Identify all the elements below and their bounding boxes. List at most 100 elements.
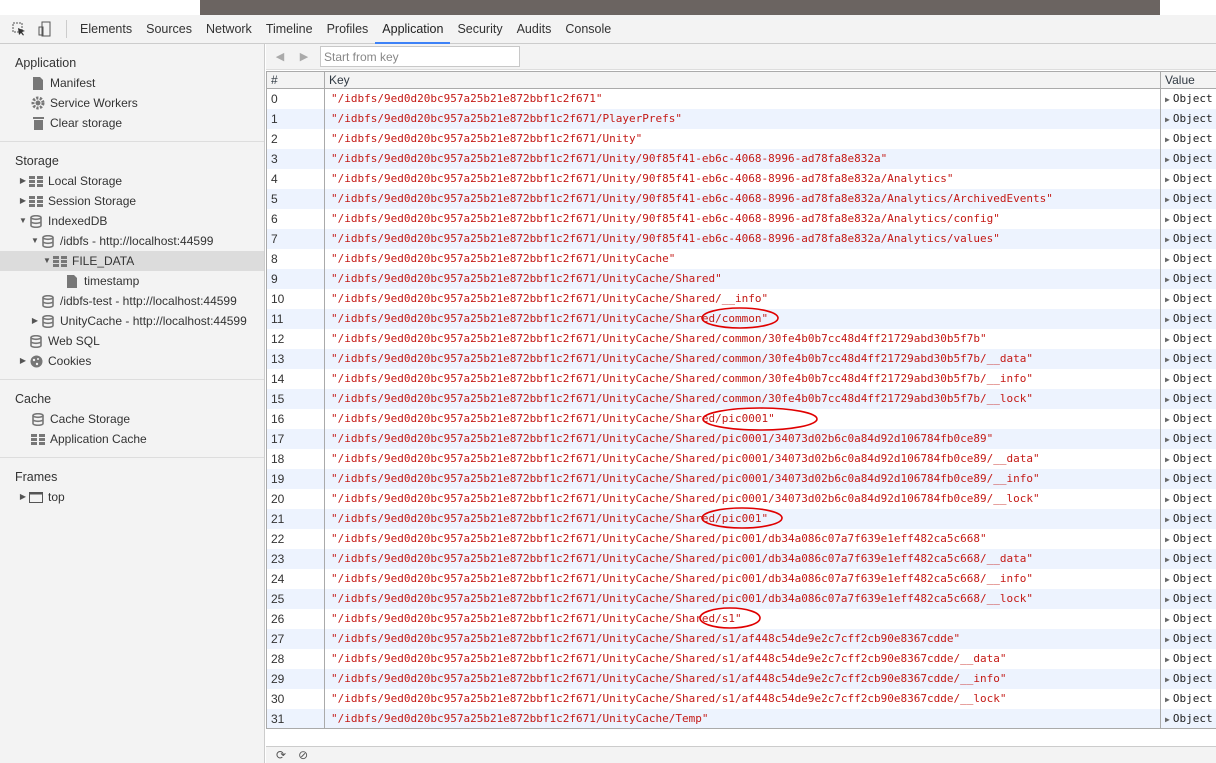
table-row[interactable]: 12 "/idbfs/9ed0d20bc957a25b21e872bbf1c2f6… bbox=[267, 329, 1216, 349]
expand-arrow-icon[interactable]: ▶ bbox=[1165, 255, 1170, 264]
table-row[interactable]: 13 "/idbfs/9ed0d20bc957a25b21e872bbf1c2f6… bbox=[267, 349, 1216, 369]
expand-arrow-icon[interactable]: ▶ bbox=[1165, 695, 1170, 704]
expand-arrow-icon[interactable]: ▶ bbox=[1165, 475, 1170, 484]
expand-arrow-icon[interactable]: ▶ bbox=[1165, 395, 1170, 404]
expand-arrow-icon[interactable]: ▶ bbox=[1165, 155, 1170, 164]
expand-arrow-icon[interactable]: ▶ bbox=[1165, 315, 1170, 324]
expand-arrow-icon[interactable]: ▶ bbox=[1165, 415, 1170, 424]
table-row[interactable]: 19 "/idbfs/9ed0d20bc957a25b21e872bbf1c2f6… bbox=[267, 469, 1216, 489]
collapsed-arrow-icon[interactable]: ▶ bbox=[18, 487, 28, 507]
expand-arrow-icon[interactable]: ▶ bbox=[1165, 575, 1170, 584]
row-value[interactable]: ▶ Object bbox=[1161, 309, 1216, 329]
sidebar-item-file-data[interactable]: ▼ FILE_DATA bbox=[0, 251, 264, 271]
expanded-arrow-icon[interactable]: ▼ bbox=[18, 211, 28, 231]
expand-arrow-icon[interactable]: ▶ bbox=[1165, 455, 1170, 464]
table-row[interactable]: 18 "/idbfs/9ed0d20bc957a25b21e872bbf1c2f6… bbox=[267, 449, 1216, 469]
expand-arrow-icon[interactable]: ▶ bbox=[1165, 95, 1170, 104]
row-value[interactable]: ▶ Object bbox=[1161, 269, 1216, 289]
row-value[interactable]: ▶ Object bbox=[1161, 429, 1216, 449]
table-row[interactable]: 30 "/idbfs/9ed0d20bc957a25b21e872bbf1c2f6… bbox=[267, 689, 1216, 709]
collapsed-arrow-icon[interactable]: ▶ bbox=[30, 311, 40, 331]
expand-arrow-icon[interactable]: ▶ bbox=[1165, 235, 1170, 244]
next-page-icon[interactable]: ▶ bbox=[294, 50, 314, 63]
column-header-index[interactable]: # bbox=[267, 72, 325, 88]
row-value[interactable]: ▶ Object bbox=[1161, 469, 1216, 489]
table-row[interactable]: 4 "/idbfs/9ed0d20bc957a25b21e872bbf1c2f67… bbox=[267, 169, 1216, 189]
tab-network[interactable]: Network bbox=[199, 15, 259, 44]
device-toolbar-icon[interactable] bbox=[34, 18, 56, 40]
clear-icon[interactable]: ⊘ bbox=[298, 748, 308, 762]
tab-application[interactable]: Application bbox=[375, 15, 451, 44]
table-row[interactable]: 26 "/idbfs/9ed0d20bc957a25b21e872bbf1c2f6… bbox=[267, 609, 1216, 629]
sidebar-item-cache-storage[interactable]: Cache Storage bbox=[0, 409, 264, 429]
sidebar-item-session-storage[interactable]: ▶ Session Storage bbox=[0, 191, 264, 211]
table-row[interactable]: 7 "/idbfs/9ed0d20bc957a25b21e872bbf1c2f67… bbox=[267, 229, 1216, 249]
table-row[interactable]: 21 "/idbfs/9ed0d20bc957a25b21e872bbf1c2f6… bbox=[267, 509, 1216, 529]
row-value[interactable]: ▶ Object bbox=[1161, 349, 1216, 369]
table-row[interactable]: 20 "/idbfs/9ed0d20bc957a25b21e872bbf1c2f6… bbox=[267, 489, 1216, 509]
tab-timeline[interactable]: Timeline bbox=[259, 15, 320, 44]
expand-arrow-icon[interactable]: ▶ bbox=[1165, 535, 1170, 544]
row-value[interactable]: ▶ Object bbox=[1161, 129, 1216, 149]
row-value[interactable]: ▶ Object bbox=[1161, 669, 1216, 689]
row-value[interactable]: ▶ Object bbox=[1161, 109, 1216, 129]
sidebar-item-top[interactable]: ▶ top bbox=[0, 487, 264, 507]
row-value[interactable]: ▶ Object bbox=[1161, 509, 1216, 529]
row-value[interactable]: ▶ Object bbox=[1161, 149, 1216, 169]
collapsed-arrow-icon[interactable]: ▶ bbox=[18, 351, 28, 371]
column-header-key[interactable]: Key bbox=[325, 72, 1161, 88]
row-value[interactable]: ▶ Object bbox=[1161, 709, 1216, 728]
expand-arrow-icon[interactable]: ▶ bbox=[1165, 615, 1170, 624]
expand-arrow-icon[interactable]: ▶ bbox=[1165, 515, 1170, 524]
previous-page-icon[interactable]: ◀ bbox=[270, 50, 290, 63]
tab-profiles[interactable]: Profiles bbox=[320, 15, 376, 44]
table-row[interactable]: 6 "/idbfs/9ed0d20bc957a25b21e872bbf1c2f67… bbox=[267, 209, 1216, 229]
table-row[interactable]: 1 "/idbfs/9ed0d20bc957a25b21e872bbf1c2f67… bbox=[267, 109, 1216, 129]
table-row[interactable]: 25 "/idbfs/9ed0d20bc957a25b21e872bbf1c2f6… bbox=[267, 589, 1216, 609]
expand-arrow-icon[interactable]: ▶ bbox=[1165, 555, 1170, 564]
expand-arrow-icon[interactable]: ▶ bbox=[1165, 355, 1170, 364]
expand-arrow-icon[interactable]: ▶ bbox=[1165, 335, 1170, 344]
expand-arrow-icon[interactable]: ▶ bbox=[1165, 195, 1170, 204]
expanded-arrow-icon[interactable]: ▼ bbox=[30, 231, 40, 251]
column-header-value[interactable]: Value bbox=[1161, 72, 1216, 88]
expand-arrow-icon[interactable]: ▶ bbox=[1165, 115, 1170, 124]
row-value[interactable]: ▶ Object bbox=[1161, 629, 1216, 649]
tab-elements[interactable]: Elements bbox=[73, 15, 139, 44]
row-value[interactable]: ▶ Object bbox=[1161, 569, 1216, 589]
sidebar-item-timestamp[interactable]: timestamp bbox=[0, 271, 264, 291]
row-value[interactable]: ▶ Object bbox=[1161, 409, 1216, 429]
table-row[interactable]: 24 "/idbfs/9ed0d20bc957a25b21e872bbf1c2f6… bbox=[267, 569, 1216, 589]
tab-sources[interactable]: Sources bbox=[139, 15, 199, 44]
sidebar-item-idbfs-http-localhost-44599[interactable]: ▼ /idbfs - http://localhost:44599 bbox=[0, 231, 264, 251]
row-value[interactable]: ▶ Object bbox=[1161, 609, 1216, 629]
table-row[interactable]: 31 "/idbfs/9ed0d20bc957a25b21e872bbf1c2f6… bbox=[267, 709, 1216, 728]
expand-arrow-icon[interactable]: ▶ bbox=[1165, 215, 1170, 224]
row-value[interactable]: ▶ Object bbox=[1161, 489, 1216, 509]
expand-arrow-icon[interactable]: ▶ bbox=[1165, 375, 1170, 384]
row-value[interactable]: ▶ Object bbox=[1161, 209, 1216, 229]
table-row[interactable]: 0 "/idbfs/9ed0d20bc957a25b21e872bbf1c2f67… bbox=[267, 89, 1216, 109]
tab-audits[interactable]: Audits bbox=[510, 15, 559, 44]
table-row[interactable]: 17 "/idbfs/9ed0d20bc957a25b21e872bbf1c2f6… bbox=[267, 429, 1216, 449]
table-row[interactable]: 22 "/idbfs/9ed0d20bc957a25b21e872bbf1c2f6… bbox=[267, 529, 1216, 549]
sidebar-item-clear-storage[interactable]: Clear storage bbox=[0, 113, 264, 133]
table-row[interactable]: 11 "/idbfs/9ed0d20bc957a25b21e872bbf1c2f6… bbox=[267, 309, 1216, 329]
table-row[interactable]: 15 "/idbfs/9ed0d20bc957a25b21e872bbf1c2f6… bbox=[267, 389, 1216, 409]
sidebar-item-local-storage[interactable]: ▶ Local Storage bbox=[0, 171, 264, 191]
row-value[interactable]: ▶ Object bbox=[1161, 589, 1216, 609]
table-row[interactable]: 27 "/idbfs/9ed0d20bc957a25b21e872bbf1c2f6… bbox=[267, 629, 1216, 649]
expand-arrow-icon[interactable]: ▶ bbox=[1165, 655, 1170, 664]
expanded-arrow-icon[interactable]: ▼ bbox=[42, 251, 52, 271]
row-value[interactable]: ▶ Object bbox=[1161, 389, 1216, 409]
sidebar-item-web-sql[interactable]: Web SQL bbox=[0, 331, 264, 351]
row-value[interactable]: ▶ Object bbox=[1161, 189, 1216, 209]
sidebar-item-application-cache[interactable]: Application Cache bbox=[0, 429, 264, 449]
expand-arrow-icon[interactable]: ▶ bbox=[1165, 135, 1170, 144]
table-row[interactable]: 14 "/idbfs/9ed0d20bc957a25b21e872bbf1c2f6… bbox=[267, 369, 1216, 389]
row-value[interactable]: ▶ Object bbox=[1161, 649, 1216, 669]
start-from-key-input[interactable] bbox=[320, 46, 520, 67]
inspect-element-icon[interactable] bbox=[8, 18, 30, 40]
expand-arrow-icon[interactable]: ▶ bbox=[1165, 175, 1170, 184]
table-row[interactable]: 5 "/idbfs/9ed0d20bc957a25b21e872bbf1c2f67… bbox=[267, 189, 1216, 209]
